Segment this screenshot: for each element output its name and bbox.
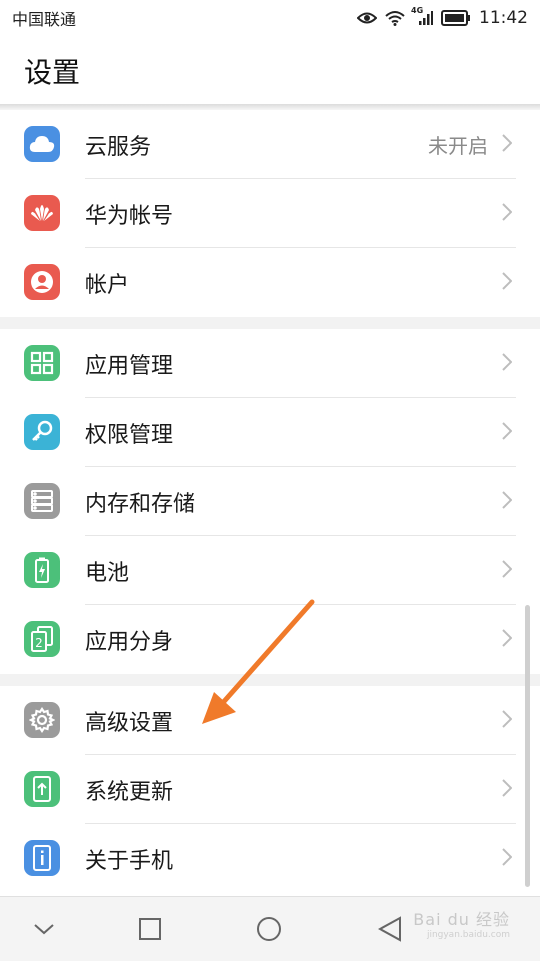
signal-icon: 4G [411, 6, 433, 26]
page-title: 设置 [24, 56, 81, 89]
settings-item-about-phone[interactable]: 关于手机 [0, 824, 540, 893]
settings-item-label: 应用分身 [85, 629, 174, 655]
carrier-label: 中国联通 [12, 10, 77, 29]
back-icon[interactable] [376, 915, 404, 943]
chevron-right-icon [502, 491, 512, 509]
update-icon [24, 771, 60, 807]
status-bar: 中国联通 4G 11:42 [0, 0, 540, 36]
chevron-right-icon [502, 848, 512, 866]
settings-item-cloud-service[interactable]: 云服务 未开启 [0, 110, 540, 179]
storage-icon [24, 483, 60, 519]
clock-label: 11:42 [479, 8, 528, 28]
settings-group-system: 高级设置 系统更新 关于手机 [0, 686, 540, 893]
cloud-icon [24, 126, 60, 162]
settings-item-label: 内存和存储 [85, 491, 196, 517]
app-twin-icon: 2 [24, 621, 60, 657]
settings-item-permission-management[interactable]: 权限管理 [0, 398, 540, 467]
key-icon [24, 414, 60, 450]
battery-icon [24, 552, 60, 588]
recent-apps-icon[interactable] [136, 915, 164, 943]
settings-item-label: 电池 [85, 560, 130, 586]
settings-item-advanced-settings[interactable]: 高级设置 [0, 686, 540, 755]
chevron-right-icon [502, 779, 512, 797]
settings-item-app-twin[interactable]: 2 应用分身 [0, 605, 540, 674]
settings-list: 云服务 未开启 华为帐号 帐户 应用管理 权限管理 内存和存储 电池 2 应用分… [0, 110, 540, 893]
wifi-icon [385, 10, 405, 26]
settings-item-label: 系统更新 [85, 779, 174, 805]
settings-item-label: 华为帐号 [85, 203, 174, 229]
chevron-right-icon [502, 710, 512, 728]
chevron-right-icon [502, 422, 512, 440]
network-type-label: 4G [411, 6, 424, 15]
watermark: Bai du 经验 jingyan.baidu.com [413, 906, 510, 940]
settings-item-label: 高级设置 [85, 710, 174, 736]
settings-item-huawei-id[interactable]: 华为帐号 [0, 179, 540, 248]
settings-item-label: 权限管理 [85, 422, 174, 448]
settings-item-account[interactable]: 帐户 [0, 248, 540, 317]
account-icon [24, 264, 60, 300]
battery-status-icon [441, 10, 471, 26]
svg-text:2: 2 [35, 636, 43, 650]
settings-item-memory-storage[interactable]: 内存和存储 [0, 467, 540, 536]
hide-nav-icon[interactable] [30, 915, 58, 943]
apps-icon [24, 345, 60, 381]
eye-comfort-icon [357, 11, 377, 25]
settings-item-value: 未开启 [428, 134, 488, 158]
settings-item-app-management[interactable]: 应用管理 [0, 329, 540, 398]
settings-group-account: 云服务 未开启 华为帐号 帐户 [0, 110, 540, 317]
settings-item-battery[interactable]: 电池 [0, 536, 540, 605]
app-header: 设置 [0, 36, 540, 106]
huawei-icon [24, 195, 60, 231]
settings-item-system-update[interactable]: 系统更新 [0, 755, 540, 824]
info-icon [24, 840, 60, 876]
watermark-sub: jingyan.baidu.com [426, 930, 510, 940]
settings-item-label: 关于手机 [85, 848, 174, 874]
settings-group-apps: 应用管理 权限管理 内存和存储 电池 2 应用分身 [0, 329, 540, 674]
settings-item-label: 应用管理 [85, 353, 174, 379]
chevron-right-icon [502, 629, 512, 647]
chevron-right-icon [502, 134, 512, 152]
settings-item-label: 云服务 [85, 134, 152, 160]
gear-icon [24, 702, 60, 738]
home-icon[interactable] [255, 915, 283, 943]
chevron-right-icon [502, 272, 512, 290]
scrollbar[interactable] [525, 605, 530, 887]
chevron-right-icon [502, 560, 512, 578]
settings-item-label: 帐户 [85, 272, 130, 298]
chevron-right-icon [502, 353, 512, 371]
group-separator [0, 674, 540, 686]
chevron-right-icon [502, 203, 512, 221]
status-icons: 4G 11:42 [357, 6, 528, 28]
group-separator [0, 317, 540, 329]
watermark-text: Bai du 经验 [413, 910, 510, 929]
